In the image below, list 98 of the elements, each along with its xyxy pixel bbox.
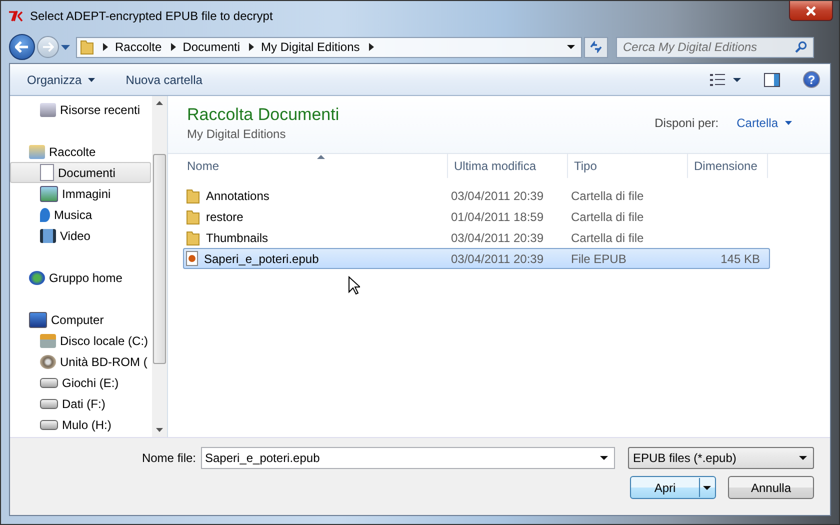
- file-row[interactable]: Annotations 03/04/2011 20:39 Cartella di file: [183, 185, 770, 206]
- navigation-icon: [40, 420, 58, 430]
- navigation-item[interactable]: Mulo (H:): [10, 414, 151, 435]
- breadcrumb-item[interactable]: My Digital Editions: [261, 40, 360, 54]
- modified-date: 03/04/2011 20:39: [450, 230, 545, 244]
- file-name: restore: [206, 210, 244, 224]
- navigation-icon: [29, 312, 47, 328]
- chevron-icon[interactable]: [249, 43, 254, 51]
- column-header[interactable]: Tipo: [568, 154, 688, 178]
- forward-arrow-icon: [42, 42, 54, 52]
- mouse-pointer-icon: [348, 276, 360, 295]
- file-type: Cartella di file: [570, 188, 645, 202]
- view-options-icon[interactable]: [710, 74, 726, 86]
- file-row[interactable]: Thumbnails 03/04/2011 20:39 Cartella di file: [183, 227, 770, 248]
- navigation-item[interactable]: Musica: [10, 204, 151, 225]
- file-size: 145 KB: [720, 252, 760, 266]
- close-button[interactable]: [789, 1, 833, 21]
- modified-date: 03/04/2011 20:39: [450, 252, 545, 266]
- back-arrow-icon: [15, 41, 29, 53]
- column-header[interactable]: Nome: [186, 154, 448, 178]
- back-button[interactable]: [9, 34, 35, 60]
- navigation-item[interactable]: Unità BD-ROM (: [10, 351, 151, 372]
- app-icon: [8, 10, 24, 22]
- modified-date: 01/04/2011 18:59: [450, 210, 545, 224]
- sort-arrow-icon: [316, 155, 324, 159]
- file-type: Cartella di file: [570, 230, 645, 244]
- refresh-icon: [589, 41, 603, 53]
- caret-icon: [703, 486, 711, 490]
- navigation-item[interactable]: Documenti: [10, 162, 151, 183]
- navigation-icon: [40, 186, 58, 202]
- history-dropdown-icon[interactable]: [61, 44, 70, 50]
- refresh-button[interactable]: [584, 36, 608, 58]
- folder-icon: [80, 39, 94, 55]
- file-row[interactable]: restore 01/04/2011 18:59 Cartella di file: [183, 206, 770, 227]
- navigation-icon: [40, 334, 56, 348]
- library-subtitle: My Digital Editions: [187, 127, 287, 141]
- window-title: Select ADEPT-encrypted EPUB file to decrypt: [30, 9, 273, 23]
- file-name: Thumbnails: [206, 230, 268, 244]
- modified-date: 03/04/2011 20:39: [450, 188, 545, 202]
- navigation-icon: [40, 102, 56, 116]
- navigation-icon: [40, 354, 56, 368]
- chevron-icon[interactable]: [368, 43, 374, 51]
- dropdown-arrow-icon[interactable]: [733, 78, 741, 82]
- navigation-icon: [29, 144, 45, 158]
- search-icon: [795, 40, 807, 52]
- dropdown-arrow-icon[interactable]: [600, 456, 608, 460]
- arrange-dropdown[interactable]: Cartella: [736, 116, 792, 130]
- navigation-icon: [40, 208, 50, 222]
- navigation-item[interactable]: Raccolte: [10, 141, 152, 162]
- folder-icon: [186, 230, 200, 246]
- navigation-icon: [40, 228, 56, 242]
- address-bar[interactable]: Raccolte Documenti My Digital Editions: [76, 36, 582, 58]
- close-icon: [805, 6, 817, 16]
- filename-field[interactable]: Saperi_e_poteri.epub: [201, 447, 615, 469]
- folder-icon: [186, 188, 200, 204]
- filename-label: Nome file:: [142, 451, 196, 465]
- toolbar-button[interactable]: Nuova cartella: [126, 70, 202, 90]
- folder-icon: [186, 208, 200, 224]
- chevron-icon[interactable]: [170, 43, 176, 51]
- navigation-icon: [40, 164, 54, 181]
- navigation-item[interactable]: Video: [10, 225, 151, 246]
- file-row[interactable]: Saperi_e_poteri.epub 03/04/2011 20:39 File EPUB 145 KB: [183, 248, 770, 269]
- navigation-item[interactable]: Computer: [10, 309, 152, 330]
- navigation-item[interactable]: Disco locale (C:): [10, 330, 151, 351]
- library-title: Raccolta Documenti: [187, 105, 340, 125]
- caret-icon: [88, 78, 95, 82]
- column-header[interactable]: Dimensione: [688, 154, 768, 178]
- preview-pane-icon[interactable]: [764, 72, 780, 86]
- file-name: Saperi_e_poteri.epub: [204, 252, 319, 266]
- help-icon[interactable]: ?: [803, 71, 820, 88]
- file-type: File EPUB: [570, 252, 628, 266]
- navigation-item[interactable]: Giochi (E:): [10, 372, 151, 393]
- breadcrumb-item[interactable]: Documenti: [182, 40, 240, 54]
- navigation-icon: [29, 270, 45, 284]
- navigation-item[interactable]: Gruppo home: [10, 267, 152, 288]
- dropdown-arrow-icon: [799, 456, 807, 460]
- caret-icon: [785, 121, 792, 125]
- file-name: Annotations: [206, 188, 270, 202]
- navigation-icon: [40, 398, 58, 408]
- file-type: Cartella di file: [570, 210, 645, 224]
- column-header[interactable]: Ultima modifica: [448, 154, 568, 178]
- dropdown-arrow-icon[interactable]: [567, 45, 575, 49]
- scroll-down-icon[interactable]: [156, 428, 163, 432]
- open-button[interactable]: Apri: [630, 476, 716, 499]
- cancel-button[interactable]: Annulla: [728, 476, 814, 499]
- breadcrumb-item[interactable]: Raccolte: [115, 40, 162, 54]
- chevron-icon[interactable]: [103, 43, 108, 51]
- navigation-item[interactable]: Immagini: [10, 183, 151, 204]
- search-field[interactable]: Cerca My Digital Editions: [616, 36, 814, 58]
- arrange-label: Disponi per:: [654, 116, 719, 130]
- toolbar-button[interactable]: Organizza: [27, 70, 95, 90]
- file-icon: [186, 251, 198, 266]
- navigation-item[interactable]: Dati (F:): [10, 393, 151, 414]
- scroll-up-icon[interactable]: [156, 101, 163, 105]
- file-type-dropdown[interactable]: EPUB files (*.epub): [628, 447, 814, 469]
- navigation-item[interactable]: Risorse recenti: [10, 99, 151, 120]
- navigation-icon: [40, 378, 58, 388]
- scrollbar[interactable]: [152, 96, 167, 437]
